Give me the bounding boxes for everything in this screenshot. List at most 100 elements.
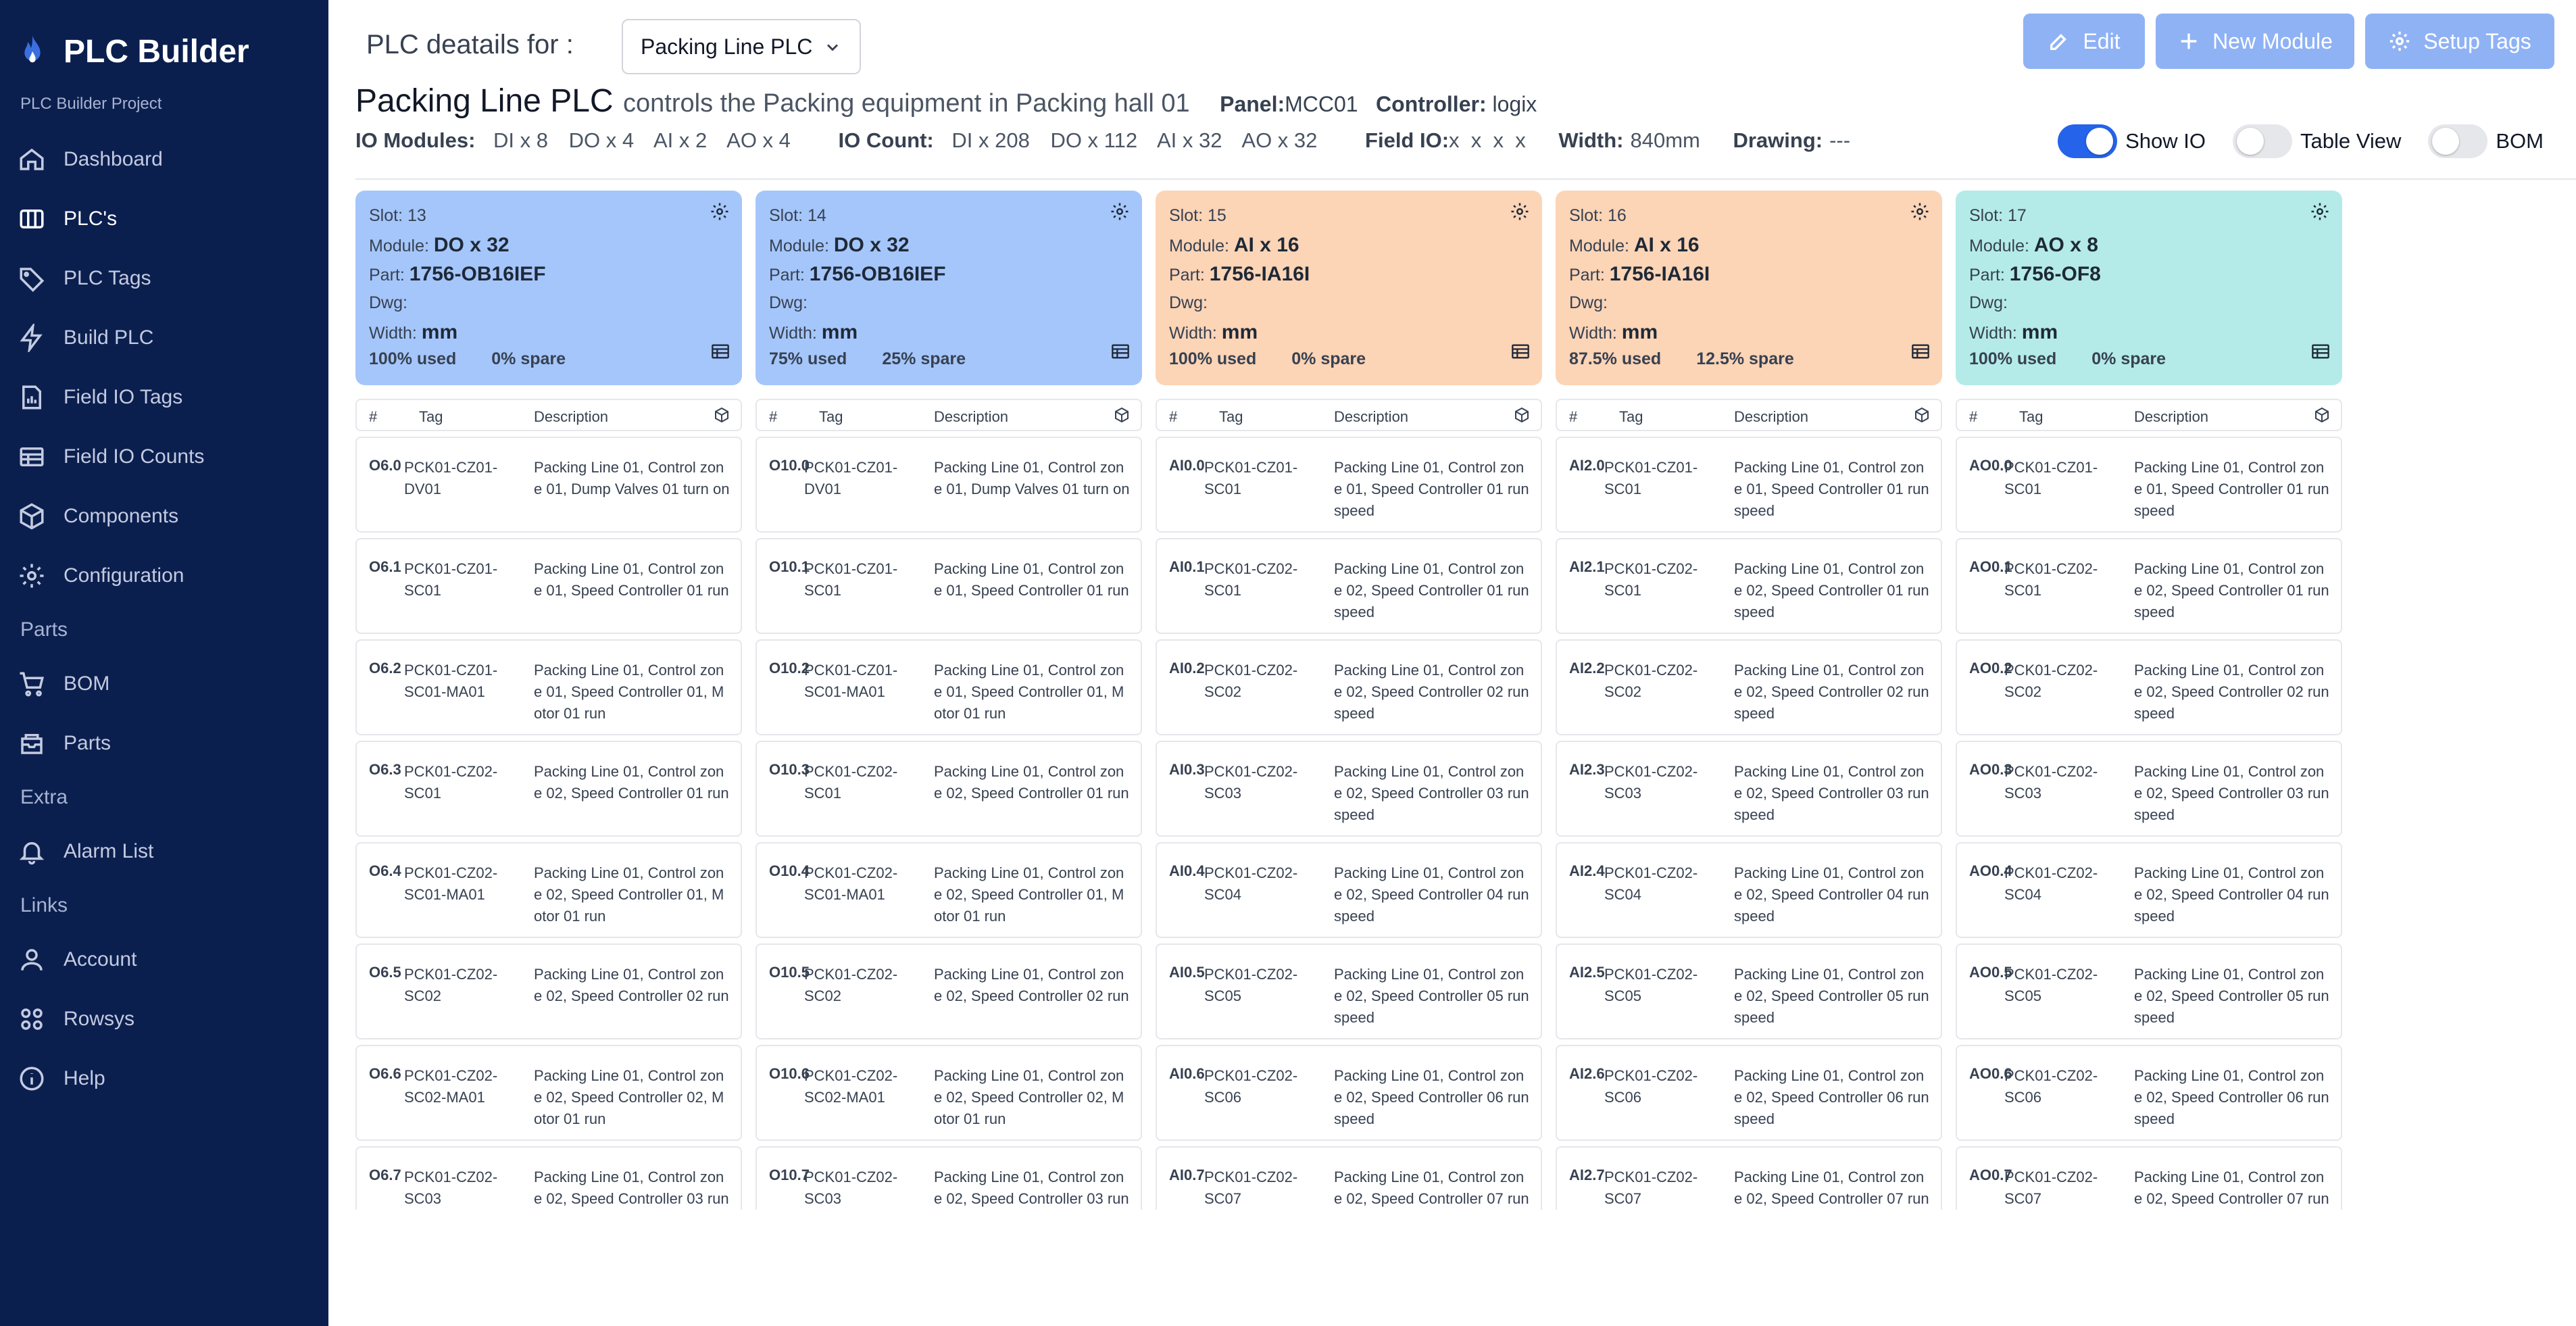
gear-icon[interactable] bbox=[1910, 201, 1930, 222]
io-row[interactable]: AI0.5 PCK01-CZ02-SC05 Packing Line 01, Con… bbox=[1156, 943, 1542, 1039]
io-row[interactable]: AI2.7 PCK01-CZ02-SC07 Packing Line 01, Con… bbox=[1556, 1146, 1942, 1210]
io-row[interactable]: AO0.7 PCK01-CZ02-SC07 Packing Line 01, Con… bbox=[1956, 1146, 2342, 1210]
sidebar-item[interactable]: PLC's bbox=[0, 189, 328, 249]
io-row[interactable]: O10.2 PCK01-CZ01-SC01-MA01 Packing Line 01… bbox=[756, 639, 1142, 735]
io-row[interactable]: O10.0 PCK01-CZ01-DV01 Packing Line 01, Con… bbox=[756, 437, 1142, 533]
io-row[interactable]: AO0.6 PCK01-CZ02-SC06 Packing Line 01, Con… bbox=[1956, 1045, 2342, 1141]
chart-file-icon bbox=[22, 385, 41, 410]
cube-icon[interactable] bbox=[714, 407, 730, 423]
io-row[interactable]: AI0.1 PCK01-CZ02-SC01 Packing Line 01, Con… bbox=[1156, 538, 1542, 634]
toggle-switch[interactable] bbox=[2058, 124, 2118, 158]
io-row[interactable]: AI2.3 PCK01-CZ02-SC03 Packing Line 01, Con… bbox=[1556, 741, 1942, 837]
io-row[interactable]: O10.1 PCK01-CZ01-SC01 Packing Line 01, Con… bbox=[756, 538, 1142, 634]
gear-icon[interactable] bbox=[1510, 201, 1530, 222]
io-row[interactable]: O6.0 PCK01-CZ01-DV01 Packing Line 01, Cont… bbox=[355, 437, 742, 533]
io-row[interactable]: O10.4 PCK01-CZ02-SC01-MA01 Packing Line 01… bbox=[756, 842, 1142, 938]
module-card[interactable]: Slot: 15 Module: AI x 16 Part: 1756-IA16I D… bbox=[1156, 191, 1542, 385]
plc-name: Packing Line PLC bbox=[355, 83, 614, 119]
sidebar-item[interactable]: PLC Tags bbox=[0, 249, 328, 308]
table-icon[interactable] bbox=[1111, 343, 1130, 360]
io-row[interactable]: AI0.0 PCK01-CZ01-SC01 Packing Line 01, Con… bbox=[1156, 437, 1542, 533]
module-dwg-row: Dwg: bbox=[1969, 293, 2008, 312]
io-description: Packing Line 01, Control zone 02, Speed … bbox=[534, 1067, 724, 1127]
cube-icon[interactable] bbox=[1514, 407, 1530, 423]
io-row[interactable]: AO0.3 PCK01-CZ02-SC03 Packing Line 01, Con… bbox=[1956, 741, 2342, 837]
column-description: Description bbox=[534, 408, 609, 425]
sidebar-item[interactable]: Alarm List bbox=[0, 822, 328, 881]
drawing-value: --- bbox=[1829, 128, 1851, 152]
io-row[interactable]: O6.3 PCK01-CZ02-SC01 Packing Line 01, Cont… bbox=[355, 741, 742, 837]
sidebar-item[interactable]: Help bbox=[0, 1049, 328, 1108]
sidebar-item[interactable]: Parts bbox=[0, 714, 328, 773]
io-row[interactable]: O10.6 PCK01-CZ02-SC02-MA01 Packing Line 01… bbox=[756, 1045, 1142, 1141]
io-row[interactable]: O6.4 PCK01-CZ02-SC01-MA01 Packing Line 01,… bbox=[355, 842, 742, 938]
gear-icon[interactable] bbox=[1110, 201, 1130, 222]
io-row[interactable]: O6.7 PCK01-CZ02-SC03 Packing Line 01, Cont… bbox=[355, 1146, 742, 1210]
io-row[interactable]: AI0.6 PCK01-CZ02-SC06 Packing Line 01, Con… bbox=[1156, 1045, 1542, 1141]
module-card[interactable]: Slot: 14 Module: DO x 32 Part: 1756-OB16IE… bbox=[756, 191, 1142, 385]
io-tag: PCK01-CZ02-SC07 bbox=[1604, 1169, 1698, 1207]
io-row[interactable]: O6.6 PCK01-CZ02-SC02-MA01 Packing Line 01,… bbox=[355, 1045, 742, 1141]
cube-icon[interactable] bbox=[2314, 407, 2330, 423]
io-row[interactable]: AI0.4 PCK01-CZ02-SC04 Packing Line 01, Con… bbox=[1156, 842, 1542, 938]
io-row[interactable]: AO0.0 PCK01-CZ01-SC01 Packing Line 01, Con… bbox=[1956, 437, 2342, 533]
io-tag: PCK01-CZ01-SC01 bbox=[804, 560, 898, 599]
io-row[interactable]: O6.1 PCK01-CZ01-SC01 Packing Line 01, Cont… bbox=[355, 538, 742, 634]
io-row[interactable]: O6.2 PCK01-CZ01-SC01-MA01 Packing Line 01,… bbox=[355, 639, 742, 735]
table-icon bbox=[20, 447, 44, 466]
cube-icon[interactable] bbox=[1114, 407, 1130, 423]
cube-icon[interactable] bbox=[1914, 407, 1930, 423]
io-tag: PCK01-CZ02-SC03 bbox=[2004, 763, 2098, 802]
io-row[interactable]: AI2.0 PCK01-CZ01-SC01 Packing Line 01, Con… bbox=[1556, 437, 1942, 533]
sidebar-item[interactable]: Build PLC bbox=[0, 308, 328, 368]
modules-scroll-area[interactable]: Slot: 12Module: DO x 32Part: 1756-OB16IE… bbox=[355, 191, 2561, 1210]
new-module-button[interactable]: New Module bbox=[2156, 14, 2354, 69]
sidebar-item[interactable]: Field IO Tags bbox=[0, 368, 328, 427]
table-icon[interactable] bbox=[1911, 343, 1930, 360]
io-row[interactable]: AO0.1 PCK01-CZ02-SC01 Packing Line 01, Con… bbox=[1956, 538, 2342, 634]
io-row[interactable]: AI2.6 PCK01-CZ02-SC06 Packing Line 01, Con… bbox=[1556, 1045, 1942, 1141]
sidebar-item[interactable]: Rowsys bbox=[0, 989, 328, 1049]
sidebar-item[interactable]: Configuration bbox=[0, 546, 328, 606]
brand[interactable]: PLC Builder bbox=[0, 0, 328, 103]
io-row[interactable]: O10.7 PCK01-CZ02-SC03 Packing Line 01, Con… bbox=[756, 1146, 1142, 1210]
setup-tags-button[interactable]: Setup Tags bbox=[2365, 14, 2554, 69]
io-row[interactable]: AI0.2 PCK01-CZ02-SC02 Packing Line 01, Con… bbox=[1156, 639, 1542, 735]
io-table-header: # Tag Description bbox=[1956, 399, 2342, 431]
sidebar-item[interactable]: Components bbox=[0, 487, 328, 546]
table-icon[interactable] bbox=[2311, 343, 2330, 360]
io-description: Packing Line 01, Control zone 02, Speed … bbox=[1734, 1169, 1929, 1207]
io-row[interactable]: O6.5 PCK01-CZ02-SC02 Packing Line 01, Cont… bbox=[355, 943, 742, 1039]
toggle-switch[interactable] bbox=[2428, 124, 2488, 158]
edit-button[interactable]: Edit bbox=[2023, 14, 2145, 69]
io-row[interactable]: AI2.5 PCK01-CZ02-SC05 Packing Line 01, Con… bbox=[1556, 943, 1942, 1039]
sidebar-item[interactable]: Account bbox=[0, 930, 328, 989]
sidebar-item[interactable]: BOM bbox=[0, 654, 328, 714]
sidebar-item[interactable]: Dashboard bbox=[0, 130, 328, 189]
gear-icon[interactable] bbox=[710, 201, 730, 222]
sidebar-item[interactable]: Field IO Counts bbox=[0, 427, 328, 487]
plc-select[interactable]: Packing Line PLC bbox=[622, 19, 861, 74]
topbar: PLC deatails for : Packing Line PLC Edit… bbox=[328, 14, 2576, 76]
io-row[interactable]: AO0.5 PCK01-CZ02-SC05 Packing Line 01, Con… bbox=[1956, 943, 2342, 1039]
table-icon[interactable] bbox=[711, 343, 730, 360]
io-row[interactable]: AI0.3 PCK01-CZ02-SC03 Packing Line 01, Con… bbox=[1156, 741, 1542, 837]
io-row[interactable]: AO0.2 PCK01-CZ02-SC02 Packing Line 01, Con… bbox=[1956, 639, 2342, 735]
gear-icon[interactable] bbox=[2310, 201, 2330, 222]
io-row[interactable]: AI2.1 PCK01-CZ02-SC01 Packing Line 01, Con… bbox=[1556, 538, 1942, 634]
io-row[interactable]: AO0.4 PCK01-CZ02-SC04 Packing Line 01, Con… bbox=[1956, 842, 2342, 938]
io-description: Packing Line 01, Control zone 02, Speed … bbox=[2134, 560, 2329, 620]
module-card[interactable]: Slot: 13 Module: DO x 32 Part: 1756-OB16IE… bbox=[355, 191, 742, 385]
io-row[interactable]: AI2.4 PCK01-CZ02-SC04 Packing Line 01, Con… bbox=[1556, 842, 1942, 938]
module-card[interactable]: Slot: 16 Module: AI x 16 Part: 1756-IA16I D… bbox=[1556, 191, 1942, 385]
toggle-switch[interactable] bbox=[2233, 124, 2293, 158]
io-row[interactable]: O10.5 PCK01-CZ02-SC02 Packing Line 01, Con… bbox=[756, 943, 1142, 1039]
io-row[interactable]: AI0.7 PCK01-CZ02-SC07 Packing Line 01, Con… bbox=[1156, 1146, 1542, 1210]
module-card[interactable]: Slot: 17 Module: AO x 8 Part: 1756-OF8 Dwg:… bbox=[1956, 191, 2342, 385]
plc-description: controls the Packing equipment in Packin… bbox=[623, 89, 1190, 118]
io-address: O6.7 bbox=[369, 1167, 401, 1183]
table-icon[interactable] bbox=[1511, 343, 1530, 360]
gear-icon bbox=[20, 564, 44, 588]
io-row[interactable]: O10.3 PCK01-CZ02-SC01 Packing Line 01, Con… bbox=[756, 741, 1142, 837]
io-row[interactable]: AI2.2 PCK01-CZ02-SC02 Packing Line 01, Con… bbox=[1556, 639, 1942, 735]
